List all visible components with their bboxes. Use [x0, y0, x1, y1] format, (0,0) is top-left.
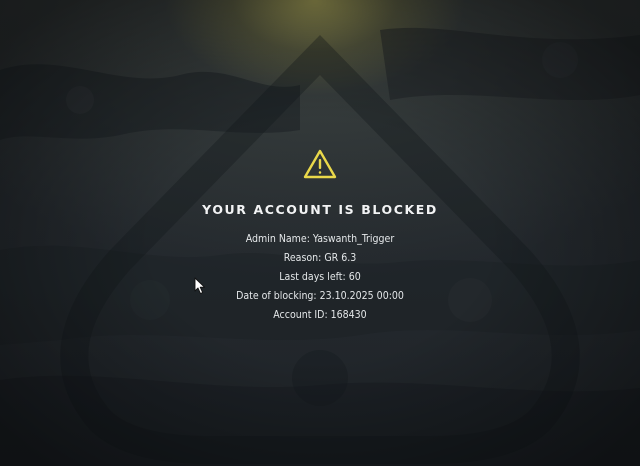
- blocked-message-panel: YOUR ACCOUNT IS BLOCKED Admin Name: Yasw…: [120, 148, 520, 325]
- account-details: Admin Name: Yaswanth_Trigger Reason: GR …: [120, 230, 520, 325]
- reason-text: Reason: GR 6.3: [283, 252, 357, 264]
- mouse-pointer-icon: [194, 277, 205, 294]
- account-id-text: Account ID: 168430: [273, 309, 367, 321]
- page-title: YOUR ACCOUNT IS BLOCKED: [202, 202, 438, 217]
- warning-triangle-icon: [303, 149, 337, 179]
- admin-name-text: Admin Name: Yaswanth_Trigger: [245, 233, 395, 245]
- days-left-text: Last days left: 60: [279, 271, 361, 283]
- blocked-screen: YOUR ACCOUNT IS BLOCKED Admin Name: Yasw…: [0, 0, 640, 466]
- block-date-text: Date of blocking: 23.10.2025 00:00: [236, 290, 404, 302]
